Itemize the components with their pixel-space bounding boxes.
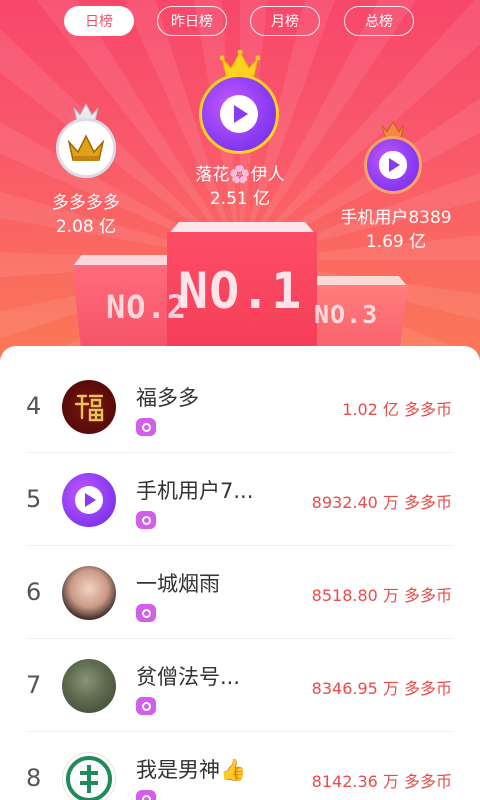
list-item[interactable]: 7 贫僧法号... 8346.95 万 多多币 [0,639,480,732]
level-badge-icon [136,604,156,622]
podium-label-first: NO.1 [178,262,303,320]
user-name: 手机用户7... [136,479,254,503]
avatar[interactable] [62,380,116,434]
user-name: 贫僧法号... [136,665,241,689]
level-badge-icon [136,697,156,715]
first-place-score: 2.51 亿 [209,189,271,209]
second-place-score: 2.08 亿 [55,217,117,237]
second-place-name: 多多多多 [52,193,120,213]
list-item[interactable]: 5 手机用户7... 8932.40 万 多多币 [0,453,480,546]
third-place-avatar[interactable] [364,136,422,194]
rank-number: 7 [26,671,42,699]
gold-crown-avatar-icon [67,134,105,161]
user-name: 我是男神👍 [136,758,247,782]
play-icon [74,485,104,515]
list-item[interactable]: 4 福多多 1.02 亿 多多币 [0,360,480,453]
list-item[interactable]: 8 我是男神👍 8142.36 万 多多币 [0,732,480,800]
fu-character-icon [74,394,104,422]
rank-number: 8 [26,764,42,792]
rank-number: 4 [26,392,42,420]
level-badge-icon [136,511,156,529]
second-place-avatar[interactable] [56,118,116,178]
third-place-name: 手机用户8389 [340,208,452,228]
play-icon [219,94,259,134]
third-place-score: 1.69 亿 [365,232,427,252]
avatar[interactable] [62,566,116,620]
podium-label-third: NO.3 [314,300,379,329]
first-place-name: 落花🌸伊人 [195,165,285,185]
tab-daily[interactable]: 日榜 [64,6,134,36]
level-badge-icon [136,418,156,436]
rank-number: 6 [26,578,42,606]
coin-amount: 1.02 亿 多多币 [342,400,452,419]
coin-amount: 8932.40 万 多多币 [311,493,452,512]
coin-amount: 8346.95 万 多多币 [311,679,452,698]
coin-amount: 8142.36 万 多多币 [311,772,452,791]
list-item[interactable]: 6 一城烟雨 8518.80 万 多多币 [0,546,480,639]
play-icon [379,151,407,179]
podium-label-second: NO.2 [106,288,188,326]
tab-total[interactable]: 总榜 [344,6,414,36]
period-tabs: 日榜 昨日榜 月榜 总榜 [0,6,480,38]
tab-yesterday[interactable]: 昨日榜 [157,6,227,36]
ranking-header: 日榜 昨日榜 月榜 总榜 NO.1 NO.2 NO.3 落花🌸伊人 2.51 亿… [0,0,480,372]
coin-amount: 8518.80 万 多多币 [311,586,452,605]
rank-number: 5 [26,485,42,513]
avatar[interactable] [62,752,116,800]
avatar[interactable] [62,473,116,527]
avatar[interactable] [62,659,116,713]
ranking-list: 4 福多多 1.02 亿 多多币 5 手机用户7... 8932.40 万 多多… [0,346,480,800]
level-badge-icon [136,790,156,800]
user-name: 一城烟雨 [136,572,220,596]
bank-logo-icon [66,756,112,800]
first-place-avatar[interactable] [199,74,279,154]
tab-monthly[interactable]: 月榜 [250,6,320,36]
user-name: 福多多 [136,386,199,410]
